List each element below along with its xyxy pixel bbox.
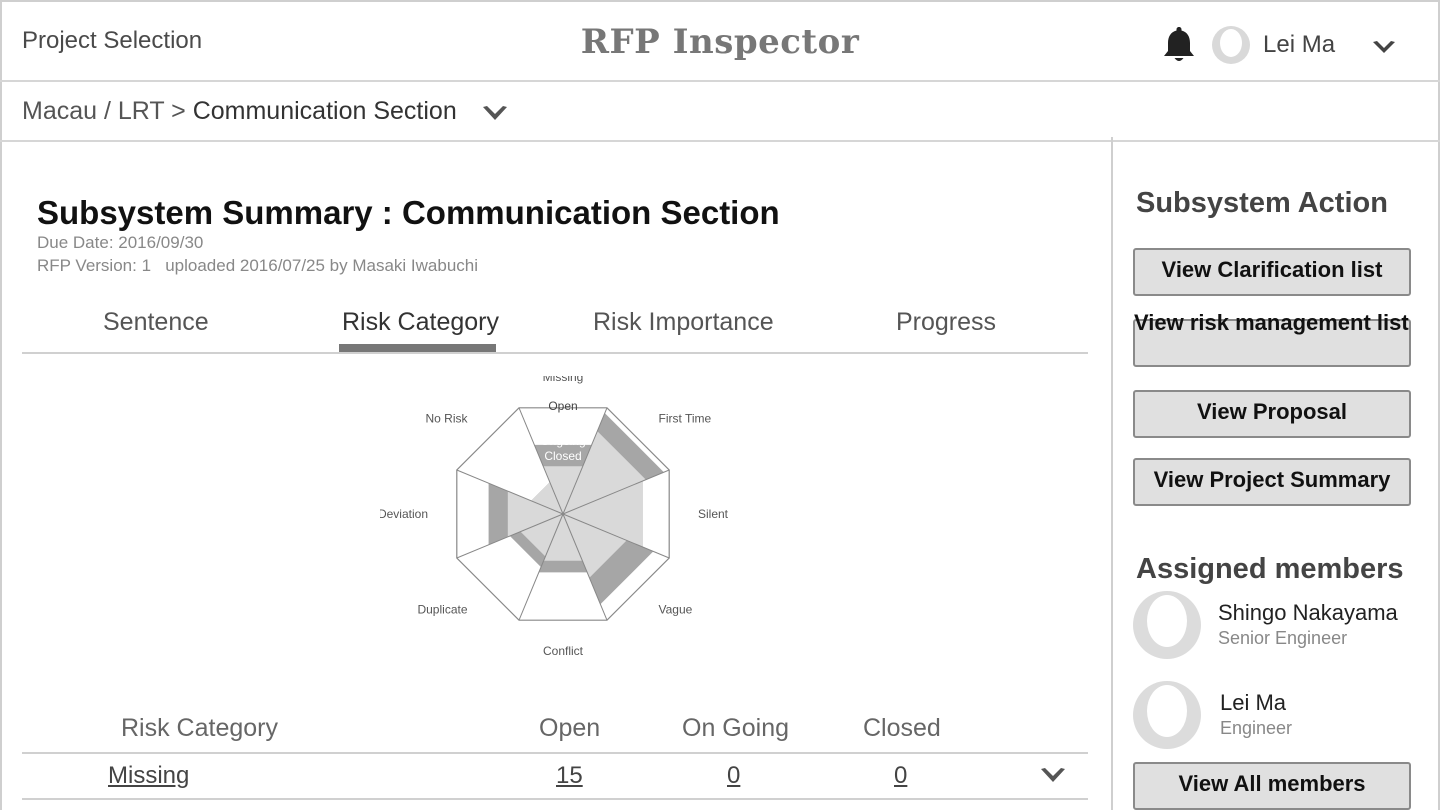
col-open: Open <box>539 714 601 742</box>
tab-progress[interactable]: Progress <box>896 308 996 337</box>
member-avatar-icon <box>1133 591 1201 659</box>
radar-axis-label: First Time <box>659 412 712 426</box>
radar-axis-label: Deviation <box>380 507 428 521</box>
table-row[interactable]: Missing 15 0 0 <box>22 754 1088 800</box>
radar-legend-label: Ongoing <box>540 434 585 448</box>
radar-axis-label: Duplicate <box>417 603 467 617</box>
main-content: Subsystem Summary : Communication Sectio… <box>0 142 1112 810</box>
view-clarification-list-button[interactable]: View Clarification list <box>1133 248 1411 296</box>
bell-icon[interactable] <box>1160 24 1198 64</box>
view-all-members-button[interactable]: View All members <box>1133 762 1411 810</box>
radar-axis-label: Vague <box>659 603 693 617</box>
row-category-link[interactable]: Missing <box>108 762 189 790</box>
active-tab-indicator <box>339 344 496 352</box>
member-role: Senior Engineer <box>1218 628 1348 648</box>
breadcrumb-path[interactable]: Macau / LRT > Communication Section <box>22 97 457 126</box>
member-name[interactable]: Lei Ma <box>1220 690 1286 716</box>
tab-risk-category[interactable]: Risk Category <box>342 308 499 337</box>
radar-legend-label: Open <box>548 399 577 413</box>
assigned-members-heading: Assigned members <box>1136 553 1404 585</box>
chevron-down-icon[interactable] <box>1372 40 1396 56</box>
risk-category-radar-chart: Missing First Time Silent Vague Conflict Dupl… <box>380 376 729 656</box>
breadcrumb: Macau / LRT > Communication Section <box>0 82 1440 142</box>
row-ongoing-count[interactable]: 0 <box>727 762 740 790</box>
table-header: Risk Category Open On Going Closed <box>22 710 1088 754</box>
col-closed: Closed <box>863 714 941 742</box>
row-closed-count[interactable]: 0 <box>894 762 907 790</box>
col-risk-category: Risk Category <box>121 714 278 742</box>
col-ongoing: On Going <box>682 714 790 742</box>
user-avatar-icon[interactable] <box>1212 26 1250 64</box>
row-open-count[interactable]: 15 <box>556 762 583 790</box>
breadcrumb-current: Communication Section <box>192 97 457 125</box>
chevron-down-icon[interactable] <box>482 106 508 122</box>
view-risk-management-list-button[interactable]: View risk management list <box>1133 310 1411 367</box>
view-risk-management-list-label: View risk management list <box>1134 310 1409 335</box>
due-date: Due Date: 2016/09/30 <box>37 233 204 252</box>
view-proposal-button[interactable]: View Proposal <box>1133 390 1411 438</box>
tab-risk-importance[interactable]: Risk Importance <box>593 308 774 337</box>
radar-axis-label: No Risk <box>425 412 468 426</box>
member-role: Engineer <box>1220 718 1293 738</box>
radar-legend-label: Closed <box>544 449 581 463</box>
chevron-down-icon[interactable] <box>1040 768 1066 784</box>
user-name[interactable]: Lei Ma <box>1263 31 1335 59</box>
view-project-summary-button[interactable]: View Project Summary <box>1133 458 1411 506</box>
page-title: Subsystem Summary : Communication Sectio… <box>37 194 780 231</box>
right-sidebar: Subsystem Action View Clarification list… <box>1111 137 1440 810</box>
radar-axis-label: Silent <box>698 507 729 521</box>
top-header: Project Selection RFP Inspector Lei Ma <box>0 0 1440 82</box>
rfp-version: RFP Version: 1 uploaded 2016/07/25 by Ma… <box>37 256 479 275</box>
tab-sentence[interactable]: Sentence <box>103 308 209 337</box>
member-avatar-icon <box>1133 681 1201 749</box>
member-name[interactable]: Shingo Nakayama <box>1218 600 1398 626</box>
breadcrumb-parent[interactable]: Macau / LRT > <box>22 97 193 125</box>
radar-axis-label: Missing <box>543 376 584 384</box>
radar-axis-label: Conflict <box>543 644 584 656</box>
subsystem-action-heading: Subsystem Action <box>1136 187 1388 219</box>
tab-bar: Sentence Risk Category Risk Importance P… <box>22 302 1088 354</box>
